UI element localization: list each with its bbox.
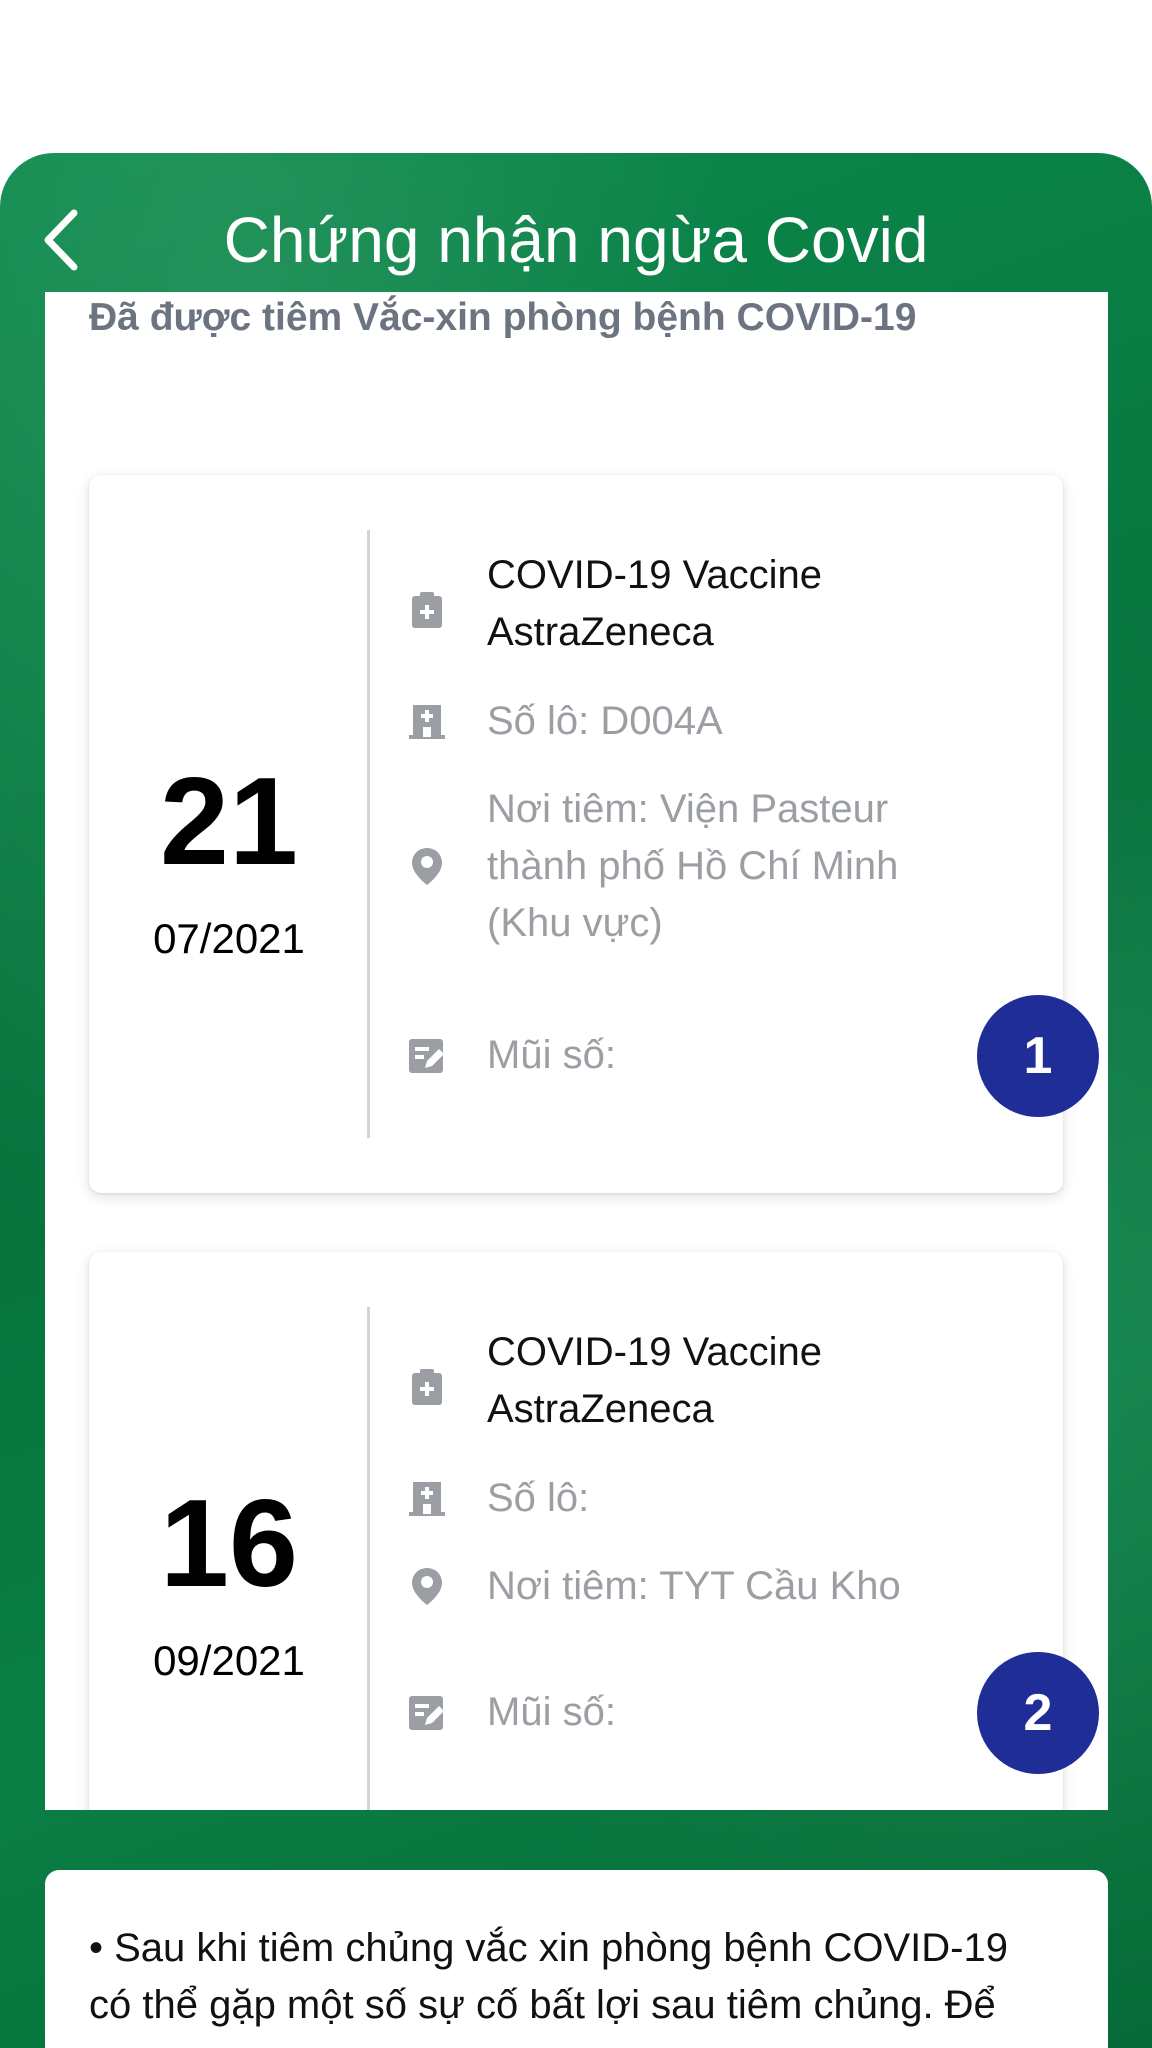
lot-number: Số lô: D004A xyxy=(487,699,723,743)
vaccine-name-row: COVID-19 Vaccine AstraZeneca xyxy=(407,547,1043,661)
vaccine-name: COVID-19 Vaccine AstraZeneca xyxy=(487,1324,1043,1438)
vaccination-record-card: 16 09/2021 COVID-19 Vaccine AstraZeneca xyxy=(89,1252,1099,1810)
location-line: Nơi tiêm: Viện Pasteur xyxy=(487,787,889,831)
vaccine-name-line: COVID-19 Vaccine xyxy=(487,553,822,597)
clipboard-medical-icon xyxy=(412,592,442,628)
vaccination-month-year: 07/2021 xyxy=(153,915,305,962)
vaccination-date: 16 09/2021 xyxy=(89,1252,369,1810)
hospital-building-icon xyxy=(409,1482,445,1516)
edit-note-icon xyxy=(409,1039,444,1073)
location-line: thành phố Hồ Chí Minh xyxy=(487,844,899,888)
location-row: Nơi tiêm: TYT Cầu Kho xyxy=(407,1558,1043,1615)
location-pin-icon xyxy=(412,1568,442,1605)
page-title: Chứng nhận ngừa Covid xyxy=(223,204,929,276)
dose-row: Mũi số: 2 xyxy=(407,1652,1099,1774)
dose-number-badge: 1 xyxy=(977,995,1099,1117)
lot-number-row: Số lô: D004A xyxy=(407,693,1043,750)
vaccine-name-row: COVID-19 Vaccine AstraZeneca xyxy=(407,1324,1043,1438)
vaccine-brand-line: AstraZeneca xyxy=(487,610,714,654)
note-line: có thể gặp một số sự cố bất lợi sau tiêm… xyxy=(89,1983,996,2027)
vaccination-record-card: 21 07/2021 COVID-19 Vaccine AstraZeneca xyxy=(89,475,1099,1193)
divider xyxy=(367,1307,370,1810)
lot-number: Số lô: xyxy=(487,1476,590,1520)
post-vaccination-note: • Sau khi tiêm chủng vắc xin phòng bệnh … xyxy=(89,1920,1064,2034)
dose-row: Mũi số: 1 xyxy=(407,995,1099,1117)
clipboard-medical-icon xyxy=(412,1369,442,1405)
location-line: (Khu vực) xyxy=(487,901,663,945)
vaccination-day: 21 xyxy=(160,753,298,891)
post-vaccination-note-card: • Sau khi tiêm chủng vắc xin phòng bệnh … xyxy=(45,1870,1108,2048)
location-pin-icon xyxy=(412,848,442,885)
vaccination-month-year: 09/2021 xyxy=(153,1637,305,1684)
dose-number-badge: 2 xyxy=(977,1652,1099,1774)
vaccine-name-line: COVID-19 Vaccine xyxy=(487,1330,822,1374)
vaccination-day: 16 xyxy=(160,1475,298,1613)
hospital-building-icon xyxy=(409,705,445,739)
header: Chứng nhận ngừa Covid xyxy=(0,195,1152,285)
vaccinated-status-text: Đã được tiêm Vắc-xin phòng bệnh COVID-19 xyxy=(89,296,917,339)
location-row: Nơi tiêm: Viện Pasteur thành phố Hồ Chí … xyxy=(407,781,1043,952)
note-line: • Sau khi tiêm chủng vắc xin phòng bệnh … xyxy=(89,1926,1008,1970)
dose-label: Mũi số: xyxy=(487,1033,616,1077)
vaccination-location: Nơi tiêm: TYT Cầu Kho xyxy=(487,1564,901,1608)
dose-label: Mũi số: xyxy=(487,1690,616,1734)
vaccine-brand-line: AstraZeneca xyxy=(487,1387,714,1431)
edit-note-icon xyxy=(409,1696,444,1730)
vaccination-list[interactable]: Đã được tiêm Vắc-xin phòng bệnh COVID-19… xyxy=(45,292,1108,1810)
vaccine-name: COVID-19 Vaccine AstraZeneca xyxy=(487,547,1043,661)
lot-number-row: Số lô: xyxy=(407,1470,1043,1527)
vaccination-date: 21 07/2021 xyxy=(89,475,369,1193)
divider xyxy=(367,530,370,1138)
vaccination-location: Nơi tiêm: Viện Pasteur thành phố Hồ Chí … xyxy=(487,781,1043,952)
